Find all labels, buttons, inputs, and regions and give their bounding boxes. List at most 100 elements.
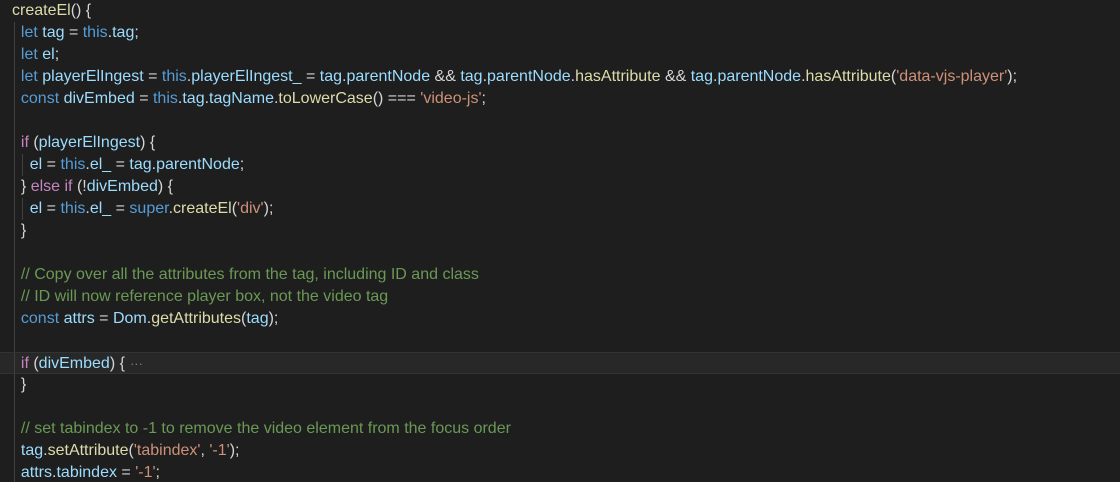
code-line[interactable]: const divEmbed = this.tag.tagName.toLowe…	[0, 88, 1120, 110]
code-line[interactable]: const attrs = Dom.getAttributes(tag);	[0, 308, 1120, 330]
code-token: ) {	[140, 134, 156, 151]
code-token: =	[42, 200, 61, 217]
code-token: let	[20, 24, 38, 41]
code-token: tag	[20, 442, 44, 459]
code-token: tag	[460, 68, 483, 85]
code-token: 'data-vjs-player'	[896, 68, 1008, 85]
code-token: =	[64, 24, 83, 41]
code-token: tag	[42, 24, 65, 41]
code-line[interactable]: let el;	[0, 44, 1120, 66]
code-token: =	[42, 156, 61, 173]
code-token: =	[143, 68, 162, 85]
code-token: =	[301, 68, 320, 85]
code-token: tag	[129, 156, 152, 173]
code-token: hasAttribute	[575, 68, 661, 85]
code-token: getAttributes	[151, 310, 242, 327]
code-line[interactable]: tag.setAttribute('tabindex', '-1');	[0, 440, 1120, 462]
code-token: let	[20, 68, 38, 85]
code-token: playerElIngest	[42, 68, 144, 85]
code-token: attrs	[63, 310, 95, 327]
code-line[interactable]: let playerElIngest = this.playerElIngest…	[0, 66, 1120, 88]
code-token: tagName	[209, 90, 274, 107]
code-line[interactable]: el = this.el_ = tag.parentNode;	[0, 154, 1120, 176]
code-line[interactable]: } else if (!divEmbed) {	[0, 176, 1120, 198]
indent-guide	[14, 176, 15, 198]
indent-guide	[14, 22, 15, 44]
code-line[interactable]: if (playerElIngest) {	[0, 132, 1120, 154]
code-token: this	[161, 68, 187, 85]
code-token: ;	[239, 156, 245, 173]
code-token: this	[82, 24, 108, 41]
code-token: if	[20, 134, 29, 151]
code-token: divEmbed	[86, 178, 158, 195]
indent-guide	[14, 88, 15, 110]
code-token: (	[28, 355, 39, 372]
code-token: ;	[54, 46, 60, 63]
indent-guide	[14, 132, 15, 154]
code-token: el_	[89, 156, 112, 173]
code-token: this	[60, 200, 86, 217]
code-token: tabindex	[56, 464, 117, 481]
code-line[interactable]: // Copy over all the attributes from the…	[0, 264, 1120, 286]
indent-guide	[14, 44, 15, 66]
code-token: );	[263, 200, 274, 217]
code-line[interactable]: // ID will now reference player box, not…	[0, 286, 1120, 308]
code-token: '-1'	[209, 442, 230, 459]
code-token: divEmbed	[38, 355, 110, 372]
code-token: tag	[690, 68, 713, 85]
indent-guide	[22, 198, 23, 220]
code-token: hasAttribute	[805, 68, 891, 85]
code-line[interactable]: }	[0, 374, 1120, 396]
code-token: playerElIngest_	[191, 68, 302, 85]
indent-guide	[22, 154, 23, 176]
code-line[interactable]: let tag = this.tag;	[0, 22, 1120, 44]
code-token: if	[20, 355, 29, 372]
code-line[interactable]: el = this.el_ = super.createEl('div');	[0, 198, 1120, 220]
code-token: );	[229, 442, 240, 459]
code-lines[interactable]: createEl() { let tag = this.tag; let el;…	[0, 0, 1120, 482]
indent-guide	[14, 220, 15, 242]
code-token: tag	[112, 24, 135, 41]
code-line[interactable]	[0, 110, 1120, 132]
code-token: parentNode	[487, 68, 571, 85]
code-line[interactable]: }	[0, 220, 1120, 242]
indent-guide	[14, 66, 15, 88]
code-token: =	[111, 156, 130, 173]
fold-ellipsis-button[interactable]: ···	[128, 353, 145, 375]
code-token: 'tabindex'	[133, 442, 201, 459]
code-line[interactable]: // set tabindex to -1 to remove the vide…	[0, 418, 1120, 440]
indent-guide	[14, 264, 15, 286]
indent-guide	[14, 418, 15, 440]
code-token: // Copy over all the attributes from the…	[20, 266, 479, 283]
indent-guide	[14, 198, 15, 220]
code-token: '-1'	[135, 464, 156, 481]
code-token: parentNode	[156, 156, 240, 173]
code-line[interactable]: attrs.tabindex = '-1';	[0, 462, 1120, 482]
code-token: createEl	[12, 2, 71, 19]
code-token: // ID will now reference player box, not…	[20, 288, 389, 305]
code-token: ) {	[109, 355, 125, 372]
code-editor[interactable]: createEl() { let tag = this.tag; let el;…	[0, 0, 1120, 482]
code-token: playerElIngest	[38, 134, 141, 151]
code-token: Dom	[112, 310, 147, 327]
code-token: =	[116, 464, 136, 481]
code-token: el	[29, 156, 43, 173]
indent-guide	[14, 396, 15, 418]
code-line[interactable]	[0, 330, 1120, 352]
indent-guide	[14, 462, 15, 482]
code-token: ) {	[157, 178, 173, 195]
code-token: divEmbed	[63, 90, 135, 107]
code-token: &&	[660, 68, 691, 85]
code-token: 'div'	[237, 200, 264, 217]
code-token: tag	[182, 90, 205, 107]
code-line[interactable]	[0, 242, 1120, 264]
code-line[interactable]: createEl() {	[0, 0, 1120, 22]
indent-guide	[14, 353, 15, 375]
code-token: this	[152, 90, 178, 107]
code-token: tag	[319, 68, 343, 85]
code-token: if	[64, 178, 73, 195]
code-token: );	[1007, 68, 1018, 85]
code-line[interactable]: if (divEmbed) {···	[0, 352, 1120, 375]
code-token: &&	[430, 68, 461, 85]
code-line[interactable]	[0, 396, 1120, 418]
